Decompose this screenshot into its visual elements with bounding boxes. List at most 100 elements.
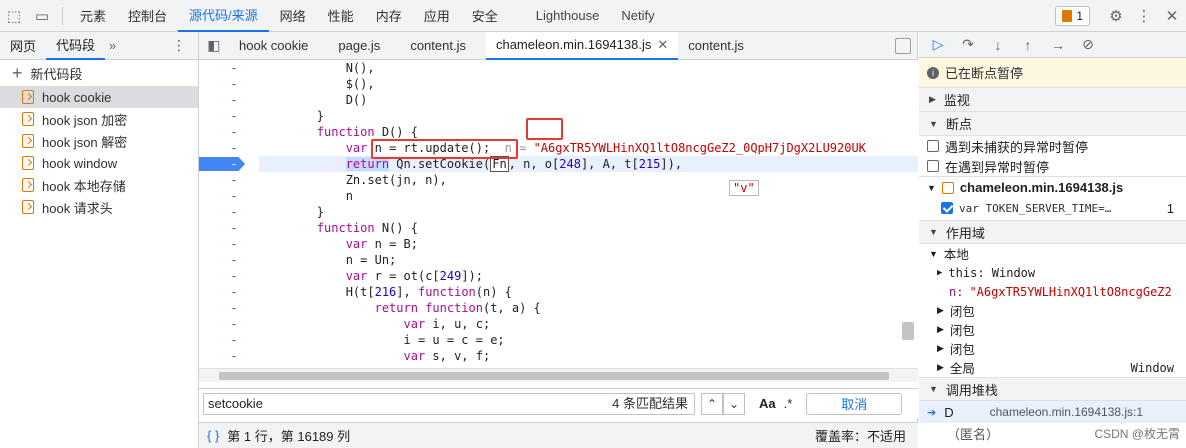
plus-icon: + xyxy=(12,63,23,83)
line-gutter[interactable]: - xyxy=(199,140,259,156)
breakpoint-entry[interactable]: var TOKEN_SERVER_TIME=… 1 xyxy=(919,198,1186,218)
line-gutter[interactable]: - xyxy=(199,268,259,284)
close-tab-icon[interactable]: ✕ xyxy=(657,37,668,53)
code-editor[interactable]: - N(), - $(), - D() - } - function D() {- va… xyxy=(199,60,918,400)
issues-badge[interactable]: 1 xyxy=(1055,6,1090,26)
code-line: - i = u = c = e; xyxy=(199,332,918,348)
scope-this[interactable]: ▶ this: Window xyxy=(919,263,1186,282)
callstack-frame[interactable]: ➔ Dchameleon.min.1694138.js:1 xyxy=(919,401,1186,423)
line-gutter[interactable]: - xyxy=(199,220,259,236)
file-tab-active[interactable]: chameleon.min.1694138.js ✕ xyxy=(485,31,679,60)
scope-local[interactable]: ▼ 本地 xyxy=(919,244,1186,263)
scope-closure[interactable]: ▶ 闭包 xyxy=(919,301,1186,320)
cancel-search-button[interactable]: 取消 xyxy=(806,392,903,415)
snippet-item[interactable]: hook json 解密 xyxy=(0,130,198,152)
navigator-menu-icon[interactable]: ⋮ xyxy=(172,37,186,54)
scope-closure[interactable]: ▶ 闭包 xyxy=(919,339,1186,358)
section-breakpoints[interactable]: ▼ 断点 xyxy=(919,112,1186,136)
breakpoint-marker[interactable] xyxy=(199,157,245,171)
settings-icon[interactable]: ⚙ xyxy=(1102,0,1130,32)
close-icon[interactable]: ✕ xyxy=(1158,0,1186,32)
step-over-icon[interactable]: ↷ xyxy=(953,32,983,58)
regex-button[interactable]: .* xyxy=(784,396,793,411)
snippet-item[interactable]: hook json 加密 xyxy=(0,108,198,130)
line-gutter[interactable]: - xyxy=(199,92,259,108)
scope-global[interactable]: ▶ 全局 Window xyxy=(919,358,1186,377)
line-gutter[interactable]: - xyxy=(199,316,259,332)
tab-memory[interactable]: 内存 xyxy=(365,0,413,32)
code-line: - n = Un; xyxy=(199,252,918,268)
step-into-icon[interactable]: ↓ xyxy=(983,32,1013,58)
search-prev-button[interactable]: ⌃ xyxy=(701,392,723,415)
search-query: setcookie xyxy=(208,395,263,411)
line-gutter[interactable]: - xyxy=(199,188,259,204)
tab-console[interactable]: 控制台 xyxy=(117,0,178,32)
line-gutter[interactable]: - xyxy=(199,332,259,348)
checkbox[interactable] xyxy=(927,160,939,172)
match-case-button[interactable]: Aa xyxy=(759,396,776,411)
tab-netify[interactable]: Netify xyxy=(610,0,665,32)
checkbox[interactable] xyxy=(927,140,939,152)
file-tab[interactable]: content.js xyxy=(400,32,476,60)
pretty-print-icon[interactable]: { } xyxy=(207,428,219,443)
tab-elements[interactable]: 元素 xyxy=(69,0,117,32)
line-gutter[interactable]: - xyxy=(199,300,259,316)
line-gutter[interactable]: - xyxy=(199,236,259,252)
line-gutter[interactable]: - xyxy=(199,348,259,364)
deactivate-breakpoints-icon[interactable]: ⊘ xyxy=(1073,32,1103,58)
toggle-debugger-icon[interactable] xyxy=(895,38,911,54)
tab-sources[interactable]: 源代码/来源 xyxy=(178,0,269,32)
pause-caught-option[interactable]: 在遇到异常时暂停 xyxy=(919,156,1186,176)
tab-performance[interactable]: 性能 xyxy=(317,0,365,32)
scope-n[interactable]: n: "A6gxTR5YWLHinXQ1ltO8ncgGeZ2 xyxy=(919,282,1186,301)
device-toolbar-icon[interactable]: ▭ xyxy=(28,0,56,32)
new-snippet-button[interactable]: + 新代码段 xyxy=(0,60,198,86)
tab-page[interactable]: 网页 xyxy=(0,32,46,60)
expand-icon: ▶ xyxy=(929,94,936,104)
more-tabs-icon[interactable]: » xyxy=(105,32,120,60)
scrollbar-thumb[interactable] xyxy=(219,372,889,380)
horizontal-scrollbar[interactable] xyxy=(199,368,918,382)
step-out-icon[interactable]: ↑ xyxy=(1013,32,1043,58)
line-gutter[interactable]: - xyxy=(199,124,259,140)
search-next-button[interactable]: ⌄ xyxy=(723,392,745,415)
tab-network[interactable]: 网络 xyxy=(269,0,317,32)
pause-uncaught-option[interactable]: 遇到未捕获的异常时暂停 xyxy=(919,136,1186,156)
scope-closure[interactable]: ▶ 闭包 xyxy=(919,320,1186,339)
tab-snippets[interactable]: 代码段 xyxy=(46,32,106,60)
line-gutter[interactable]: - xyxy=(199,60,259,76)
line-gutter[interactable]: - xyxy=(199,284,259,300)
snippet-item[interactable]: hook window xyxy=(0,152,198,174)
breakpoint-checkbox[interactable] xyxy=(941,202,953,214)
line-gutter[interactable]: - xyxy=(199,204,259,220)
file-tab[interactable]: page.js xyxy=(328,32,390,60)
more-vert-icon[interactable]: ⋮ xyxy=(1130,0,1158,32)
section-callstack[interactable]: ▼ 调用堆栈 xyxy=(919,377,1186,401)
line-gutter[interactable]: - xyxy=(199,76,259,92)
line-gutter[interactable]: - xyxy=(199,156,259,172)
tab-application[interactable]: 应用 xyxy=(413,0,461,32)
line-gutter[interactable]: - xyxy=(199,108,259,124)
line-gutter[interactable]: - xyxy=(199,172,259,188)
breakpoint-file[interactable]: ▼ chameleon.min.1694138.js xyxy=(919,176,1186,198)
tab-lighthouse[interactable]: Lighthouse xyxy=(525,0,611,32)
snippet-label: hook 请求头 xyxy=(42,200,113,216)
snippet-item[interactable]: hook 本地存储 xyxy=(0,174,198,196)
resume-icon[interactable]: ▷ xyxy=(923,32,953,58)
snippet-item[interactable]: hook cookie xyxy=(0,86,198,108)
section-watch[interactable]: ▶ 监视 xyxy=(919,88,1186,112)
vertical-scrollbar[interactable] xyxy=(902,322,914,340)
file-tab[interactable]: content.js xyxy=(678,32,754,60)
collapse-icon: ▼ xyxy=(929,118,938,129)
tab-security[interactable]: 安全 xyxy=(461,0,509,32)
toggle-navigator-icon[interactable]: ◧ xyxy=(199,32,229,60)
line-gutter[interactable]: - xyxy=(199,252,259,268)
inspect-element-icon[interactable]: ⬚ xyxy=(0,0,28,32)
snippet-item[interactable]: hook 请求头 xyxy=(0,196,198,218)
search-input[interactable]: setcookie 4 条匹配结果 xyxy=(203,392,695,415)
file-tab[interactable]: hook cookie xyxy=(229,32,318,60)
step-icon[interactable]: → xyxy=(1043,32,1073,58)
code-text: i = u = c = e; xyxy=(259,333,505,347)
section-scope[interactable]: ▼ 作用域 xyxy=(919,220,1186,244)
expand-icon: ▶ xyxy=(937,324,944,334)
